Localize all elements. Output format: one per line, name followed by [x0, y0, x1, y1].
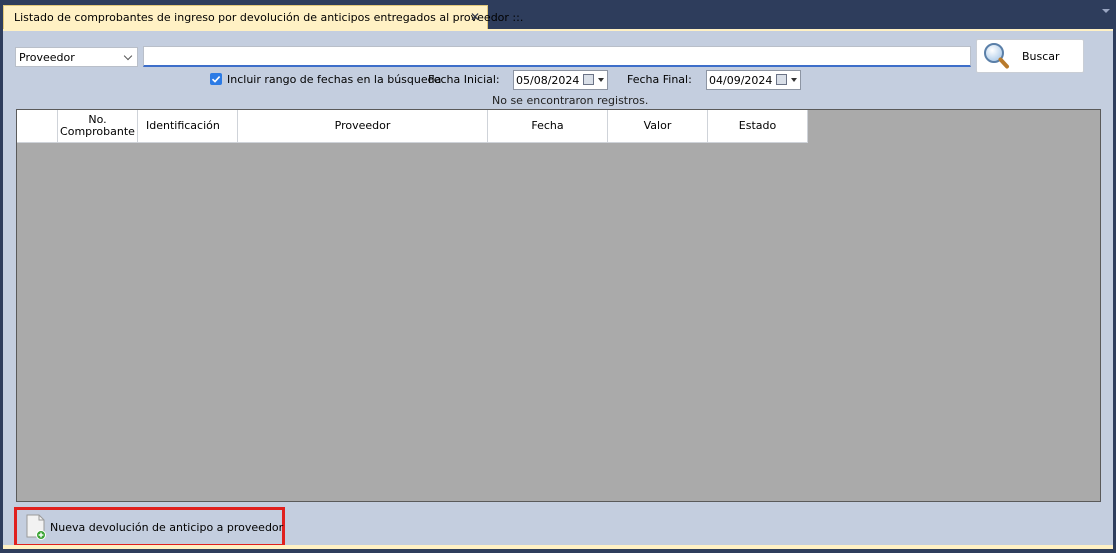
- column-header-fecha[interactable]: Fecha: [488, 110, 608, 143]
- new-advance-return-label: Nueva devolución de anticipo a proveedor: [50, 521, 284, 534]
- column-header-estado[interactable]: Estado: [708, 110, 808, 143]
- new-advance-return-button[interactable]: Nueva devolución de anticipo a proveedor: [14, 507, 285, 547]
- end-date-label: Fecha Final:: [627, 73, 692, 86]
- include-date-range-checkbox[interactable]: [210, 73, 222, 85]
- search-field-selected: Proveedor: [19, 51, 75, 64]
- tab-overflow-arrow-icon[interactable]: [1102, 9, 1110, 13]
- tab-title: Listado de comprobantes de ingreso por d…: [14, 11, 524, 24]
- tab-listado-comprobantes[interactable]: Listado de comprobantes de ingreso por d…: [3, 5, 523, 29]
- magnifier-icon: [984, 43, 1009, 69]
- records-grid[interactable]: No. Comprobante Identificación Proveedor…: [16, 109, 1101, 502]
- end-date-picker[interactable]: 04/09/2024: [706, 70, 801, 90]
- chevron-down-icon: [123, 51, 133, 61]
- include-date-range-label[interactable]: Incluir rango de fechas en la búsqueda: [227, 73, 441, 86]
- calendar-icon: [776, 74, 787, 85]
- document-tab-strip: Listado de comprobantes de ingreso por d…: [0, 0, 1116, 29]
- column-header-identificacion[interactable]: Identificación: [138, 110, 238, 143]
- main-panel: Proveedor Buscar Incluir rango de fechas…: [3, 29, 1113, 547]
- start-date-picker[interactable]: 05/08/2024: [513, 70, 608, 90]
- status-message: No se encontraron registros.: [492, 94, 649, 107]
- start-date-value: 05/08/2024: [516, 74, 580, 87]
- search-button-label: Buscar: [1022, 50, 1060, 63]
- panel-bottom-border: [3, 545, 1113, 549]
- search-input[interactable]: [143, 46, 971, 67]
- chevron-down-icon[interactable]: [598, 78, 604, 82]
- column-header-valor[interactable]: Valor: [608, 110, 708, 143]
- column-header-selector[interactable]: [17, 110, 58, 143]
- end-date-value: 04/09/2024: [709, 74, 773, 87]
- chevron-down-icon[interactable]: [791, 78, 797, 82]
- calendar-icon: [583, 74, 594, 85]
- document-add-icon: [26, 514, 46, 540]
- column-header-no-comprobante[interactable]: No. Comprobante: [58, 110, 138, 143]
- column-header-proveedor[interactable]: Proveedor: [238, 110, 488, 143]
- close-icon[interactable]: ✕: [470, 10, 480, 24]
- grid-header: No. Comprobante Identificación Proveedor…: [17, 110, 808, 143]
- search-field-dropdown[interactable]: Proveedor: [15, 47, 138, 67]
- search-button[interactable]: Buscar: [976, 39, 1084, 73]
- start-date-label: Fecha Inicial:: [428, 73, 500, 86]
- checkmark-icon: [211, 76, 221, 83]
